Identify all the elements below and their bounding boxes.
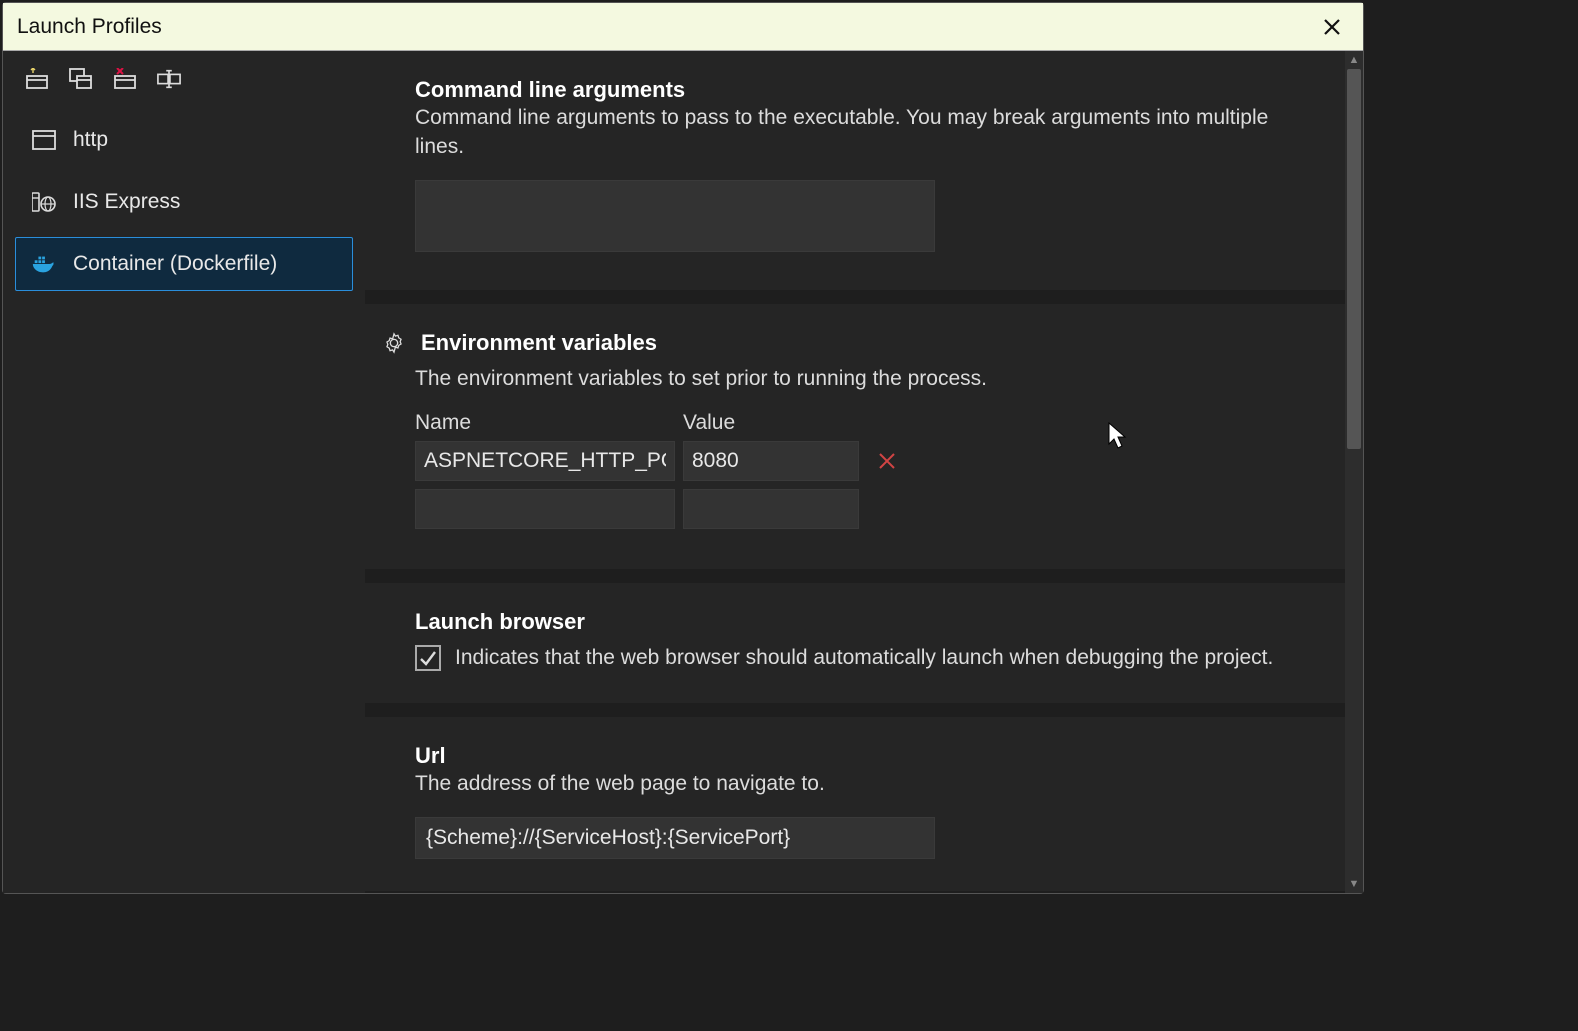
globe-icon [31,189,57,215]
section-description: Command line arguments to pass to the ex… [415,103,1305,162]
section-title: Command line arguments [415,77,1305,103]
sidebar: http IIS Express Container (Dockerfile) [3,51,365,893]
window-icon [31,127,57,153]
delete-icon [877,451,897,471]
section-title: Url [415,743,1305,769]
profile-list: http IIS Express Container (Dockerfile) [15,113,353,291]
command-line-args-input[interactable] [415,180,935,252]
env-value-input-empty[interactable] [683,489,859,529]
rename-icon [157,68,181,90]
vertical-scrollbar[interactable]: ▲ ▼ [1345,51,1363,893]
env-vars-table: Name Value [415,411,1305,537]
gear-icon [383,332,405,354]
env-value-input[interactable] [683,441,859,481]
main-panel: Command line arguments Command line argu… [365,51,1363,893]
section-title: Launch browser [415,609,1305,635]
dialog-title: Launch Profiles [17,15,162,39]
sidebar-toolbar [15,61,353,105]
profile-label: Container (Dockerfile) [73,252,277,276]
rename-profile-button[interactable] [157,67,181,91]
profile-item-http[interactable]: http [15,113,353,167]
section-title: Environment variables [421,330,657,356]
table-row-empty [415,489,1305,529]
launch-profiles-dialog: Launch Profiles [2,2,1364,894]
delete-profile-icon [113,68,137,90]
titlebar: Launch Profiles [3,3,1363,51]
checkbox-label: Indicates that the web browser should au… [455,646,1273,670]
section-launch-browser: Launch browser Indicates that the web br… [365,583,1345,703]
close-icon [1323,18,1341,36]
close-button[interactable] [1315,10,1349,44]
scroll-down-button[interactable]: ▼ [1345,875,1363,893]
duplicate-icon [69,68,93,90]
profile-label: IIS Express [73,190,180,214]
launch-browser-checkbox[interactable] [415,645,441,671]
scroll-track[interactable] [1345,69,1363,875]
delete-profile-button[interactable] [113,67,137,91]
new-profile-icon [25,68,49,90]
section-url: Url The address of the web page to navig… [365,717,1345,890]
duplicate-profile-button[interactable] [69,67,93,91]
profile-label: http [73,128,108,152]
scroll-up-button[interactable]: ▲ [1345,51,1363,69]
new-profile-button[interactable] [25,67,49,91]
col-header-value: Value [683,411,859,435]
section-command-line-args: Command line arguments Command line argu… [365,51,1345,290]
env-name-input[interactable] [415,441,675,481]
docker-icon [31,251,57,277]
table-header: Name Value [415,411,1305,435]
table-row [415,441,1305,481]
section-description: The environment variables to set prior t… [415,364,1305,393]
checkmark-icon [419,649,437,667]
col-header-name: Name [415,411,675,435]
section-description: The address of the web page to navigate … [415,769,1305,798]
profile-item-container[interactable]: Container (Dockerfile) [15,237,353,291]
env-name-input-empty[interactable] [415,489,675,529]
scroll-thumb[interactable] [1347,69,1361,449]
dialog-body: http IIS Express Container (Dockerfile) [3,51,1363,893]
settings-scroll: Command line arguments Command line argu… [365,51,1345,893]
profile-item-iis-express[interactable]: IIS Express [15,175,353,229]
section-environment-variables: Environment variables The environment va… [365,304,1345,569]
url-input[interactable] [415,817,935,859]
delete-row-button[interactable] [873,447,901,475]
